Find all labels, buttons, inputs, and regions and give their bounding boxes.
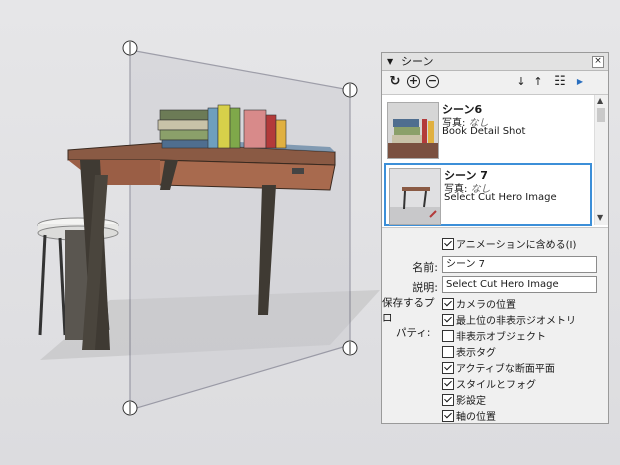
save-visible-tags-checkbox[interactable]: 表示タグ xyxy=(442,346,496,360)
scene-list-scrollbar[interactable]: ▲ ▼ xyxy=(594,95,608,225)
scene-list: シーン6 写真: なし Book Detail Shot シーン 7 写真: な… xyxy=(382,94,608,228)
remove-scene-icon[interactable]: − xyxy=(426,75,439,88)
update-scene-icon[interactable]: ↻ xyxy=(387,74,403,90)
properties-to-save-label: 保存するプロ パティ: xyxy=(382,297,435,339)
hide-details-icon[interactable]: ▶ xyxy=(572,74,588,90)
move-scene-up-icon[interactable]: ↑ xyxy=(530,74,546,90)
tray-title: シーン xyxy=(401,55,434,68)
scene-item-selected[interactable]: シーン 7 写真: なし Select Cut Hero Image xyxy=(384,163,592,226)
scene-thumbnail xyxy=(389,168,441,225)
scrollbar-thumb[interactable] xyxy=(597,108,605,122)
scenes-tray: ▼ シーン × ↻ + − ↓ ↑ ☷ ▶ シーン6 写真: なし Book D… xyxy=(381,52,609,424)
scene-description: Book Detail Shot xyxy=(442,126,526,137)
view-options-icon[interactable]: ☷ xyxy=(552,74,568,90)
scene-description: Select Cut Hero Image xyxy=(444,192,557,203)
close-icon[interactable]: × xyxy=(592,56,604,68)
include-in-animation-checkbox[interactable]: アニメーションに含める(I) xyxy=(442,238,576,252)
add-scene-icon[interactable]: + xyxy=(407,75,420,88)
scene-name-field[interactable]: シーン 7 xyxy=(442,256,597,273)
collapse-icon[interactable]: ▼ xyxy=(387,53,393,70)
scroll-up-icon[interactable]: ▲ xyxy=(597,96,603,105)
save-shadow-settings-checkbox[interactable]: 影設定 xyxy=(442,394,486,408)
save-hidden-objects-checkbox[interactable]: 非表示オブジェクト xyxy=(442,330,546,344)
save-camera-location-checkbox[interactable]: カメラの位置 xyxy=(442,298,516,312)
tray-titlebar[interactable]: ▼ シーン × xyxy=(382,53,608,71)
save-section-planes-checkbox[interactable]: アクティブな断面平面 xyxy=(442,362,555,376)
section-plane xyxy=(129,49,351,411)
move-scene-down-icon[interactable]: ↓ xyxy=(513,74,529,90)
save-hidden-geometry-checkbox[interactable]: 最上位の非表示ジオメトリ xyxy=(442,314,576,328)
scene-item[interactable]: シーン6 写真: なし Book Detail Shot xyxy=(384,99,592,162)
scroll-down-icon[interactable]: ▼ xyxy=(597,213,603,222)
save-axes-location-checkbox[interactable]: 軸の位置 xyxy=(442,410,496,424)
description-label: 説明: xyxy=(412,281,438,294)
scenes-toolbar: ↻ + − ↓ ↑ ☷ ▶ xyxy=(382,71,608,93)
checkbox-icon[interactable] xyxy=(442,238,454,250)
scene-thumbnail xyxy=(387,102,439,159)
name-label: 名前: xyxy=(412,261,438,274)
scene-description-field[interactable]: Select Cut Hero Image xyxy=(442,276,597,293)
save-style-fog-checkbox[interactable]: スタイルとフォグ xyxy=(442,378,536,392)
